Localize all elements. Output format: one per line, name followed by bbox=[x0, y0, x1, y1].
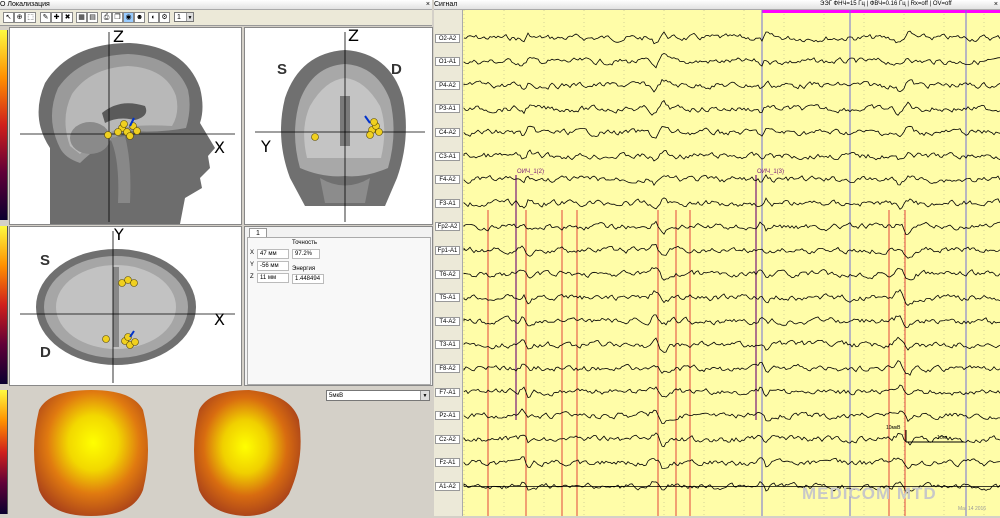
medicom-watermark: MEDICOM MTD bbox=[802, 484, 937, 503]
eeg-trace bbox=[463, 288, 1000, 306]
y-axis-label: Y bbox=[260, 137, 271, 156]
dipole-add-icon[interactable]: ✚ bbox=[51, 12, 62, 23]
x-coord-label: X bbox=[250, 250, 255, 256]
eeg-trace bbox=[463, 78, 1000, 93]
eeg-trace bbox=[463, 30, 1000, 45]
head-model-icon[interactable]: ☻ bbox=[134, 12, 145, 23]
localization-window-title: О Локализация × bbox=[0, 0, 432, 10]
localize-icon[interactable]: ◉ bbox=[123, 12, 134, 23]
amplitude-scale-label: 10мкВ bbox=[886, 425, 901, 431]
grid-view-icon[interactable]: ▦ bbox=[76, 12, 87, 23]
eeg-traces: ОИЧ_1(2) ОИЧ_1(3) 10мкВ 1сек bbox=[463, 10, 1000, 516]
dipole-number-select[interactable]: 1 ▼ bbox=[174, 12, 194, 22]
eeg-trace bbox=[463, 408, 1000, 425]
y-axis-label: Y bbox=[113, 227, 124, 244]
eeg-trace bbox=[463, 244, 1000, 259]
color-scale-bar bbox=[0, 390, 8, 514]
annotation-label: ОИЧ_1(3) bbox=[757, 169, 784, 175]
time-scale-label: 1сек bbox=[937, 435, 948, 441]
filter-status: ЭЭГ ФНЧ=15 Гц | ФВЧ=0.16 Гц | Rx=off | O… bbox=[820, 1, 952, 7]
eeg-trace bbox=[463, 314, 1000, 328]
eeg-trace bbox=[463, 149, 1000, 162]
y-coord-value: -56 мм bbox=[257, 261, 289, 271]
eeg-trace bbox=[463, 220, 1000, 235]
dipole-remove-icon[interactable]: ✖ bbox=[62, 12, 73, 23]
z-coord-label: Z bbox=[250, 274, 254, 280]
settings-icon[interactable]: ⚙ bbox=[159, 12, 170, 23]
accuracy-label: Точность bbox=[292, 240, 318, 246]
top-side-label: S bbox=[40, 252, 50, 269]
eeg-trace bbox=[463, 99, 1000, 116]
eeg-trace bbox=[463, 52, 1000, 69]
eeg-trace bbox=[463, 384, 1000, 399]
zoom-tool-icon[interactable]: ⊕ bbox=[14, 12, 25, 23]
color-scale-bar bbox=[0, 226, 8, 384]
annotation-label: ОИЧ_1(2) bbox=[517, 169, 544, 175]
table-view-icon[interactable]: ▤ bbox=[87, 12, 98, 23]
pointer-tool-icon[interactable]: ↖ bbox=[3, 12, 14, 23]
eeg-trace bbox=[463, 360, 1000, 376]
energy-label: Энергия bbox=[292, 266, 316, 272]
brain-map-left bbox=[34, 390, 148, 516]
map-icon[interactable]: ◐ bbox=[148, 12, 159, 23]
brain-maps bbox=[34, 390, 301, 516]
copy-icon[interactable]: ❐ bbox=[112, 12, 123, 23]
dipole-info-body: Точность X 47 мм 97.2% Y -56 мм Энергия … bbox=[247, 237, 431, 385]
z-coord-value: 11 мм bbox=[257, 273, 289, 283]
right-side-label: D bbox=[391, 61, 402, 78]
dipole-info-panel: 1 Точность X 47 мм 97.2% Y -56 мм Энерги… bbox=[244, 226, 433, 386]
toolbar: ↖ ⊕ ⬚ ✎ ✚ ✖ ▦ ▤ ⎙ ❐ ◉ ☻ ◐ ⚙ 1 ▼ bbox=[0, 10, 432, 26]
z-axis-label: Z bbox=[348, 28, 359, 45]
sagittal-view[interactable]: Z X bbox=[9, 27, 242, 225]
chevron-down-icon: ▼ bbox=[420, 391, 429, 400]
eeg-trace bbox=[463, 125, 1000, 139]
brain-map-right bbox=[194, 390, 301, 516]
eeg-trace bbox=[463, 197, 1000, 210]
eeg-trace bbox=[463, 456, 1000, 470]
x-axis-label: X bbox=[214, 138, 225, 157]
close-icon[interactable]: × bbox=[426, 0, 430, 9]
coronal-mri: Z Y S D bbox=[245, 28, 432, 224]
selection-bar bbox=[762, 10, 1000, 13]
y-coord-label: Y bbox=[250, 262, 255, 268]
eeg-trace bbox=[463, 336, 1000, 353]
print-icon[interactable]: ⎙ bbox=[101, 12, 112, 23]
select-tool-icon[interactable]: ⬚ bbox=[25, 12, 36, 23]
map-scale-select[interactable]: 5мкВ ▼ bbox=[326, 390, 430, 401]
brain-maps-panel bbox=[9, 390, 324, 516]
left-side-label: S bbox=[277, 61, 287, 78]
z-axis-label: Z bbox=[113, 28, 124, 46]
eeg-trace bbox=[463, 432, 1000, 448]
accuracy-value: 97.2% bbox=[292, 249, 320, 259]
coronal-view[interactable]: Z Y S D bbox=[244, 27, 433, 225]
energy-value: 1.448494 bbox=[292, 274, 324, 284]
watermark-date: Mar 14 2016 bbox=[958, 506, 987, 512]
dipole-tool-icon[interactable]: ✎ bbox=[40, 12, 51, 23]
bottom-side-label: D bbox=[40, 344, 51, 361]
axial-mri: Y X S D bbox=[10, 227, 241, 385]
sagittal-mri: Z X bbox=[10, 28, 241, 224]
eeg-trace bbox=[463, 267, 1000, 281]
chevron-down-icon: ▼ bbox=[186, 13, 193, 21]
x-coord-value: 47 мм bbox=[257, 249, 289, 259]
eeg-signal-view[interactable]: O2-A2 O1-A1 P4-A2 P3-A1 C4-A2 C3-A1 F4-A2 F3-A1… bbox=[434, 10, 1000, 516]
select-value: 1 bbox=[177, 14, 181, 21]
color-scale-bar bbox=[0, 30, 8, 220]
axial-view[interactable]: Y X S D bbox=[9, 226, 242, 386]
eeg-trace bbox=[463, 174, 1000, 187]
select-value: 5мкВ bbox=[329, 393, 344, 399]
x-axis-label: X bbox=[214, 310, 225, 329]
window-title: О Локализация bbox=[0, 1, 50, 8]
window-title: Сигнал bbox=[434, 1, 458, 8]
